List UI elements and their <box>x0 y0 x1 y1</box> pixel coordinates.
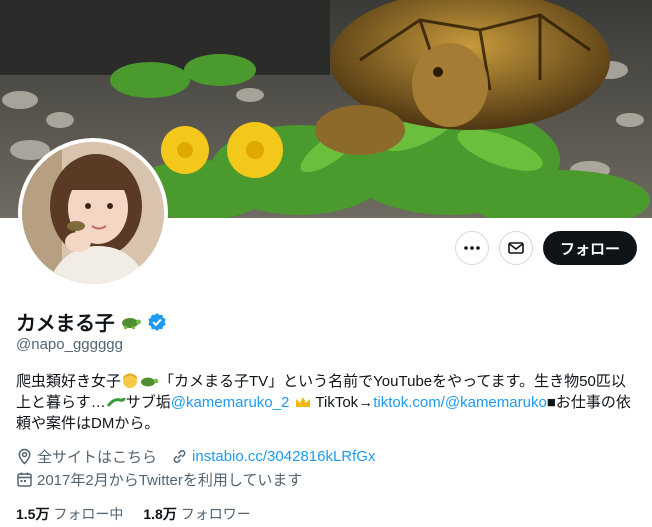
bio-text-4: TikTok→ <box>311 394 374 411</box>
followers-label: フォロワー <box>180 506 251 522</box>
followers-stat[interactable]: 1.8万 フォロワー <box>143 504 250 524</box>
meta-row-links: 全サイトはこちら instabio.cc/3042816kLRfGx <box>16 446 375 467</box>
following-label: フォロー中 <box>53 506 124 522</box>
followers-count: 1.8万 <box>143 506 177 522</box>
joined-date: 2017年2月からTwitterを利用しています <box>37 472 303 489</box>
crown-emoji <box>295 397 310 407</box>
profile-bio: 爬虫類好き女子 「カメまる子TV」という名前でYouTubeをやってます。生き物5… <box>16 371 640 434</box>
location-text: 全サイトはこちら <box>37 449 158 466</box>
calendar-icon <box>16 471 33 488</box>
bio-text-1: 爬虫類好き女子 <box>16 373 122 390</box>
profile-name-row: カメまる子 <box>16 307 167 336</box>
website-link[interactable]: instabio.cc/3042816kLRfGx <box>192 448 375 465</box>
profile-handle: @napo_gggggg <box>16 336 123 353</box>
lizard-emoji <box>106 397 126 407</box>
avatar[interactable] <box>18 138 168 288</box>
follow-stats: 1.5万 フォロー中 1.8万 フォロワー <box>16 504 251 524</box>
meta-row-joined: 2017年2月からTwitterを利用しています <box>16 469 302 490</box>
bio-text-3: サブ垢 <box>125 394 171 411</box>
woman-emoji <box>123 373 138 388</box>
tiktok-link[interactable]: tiktok.com/@kamemaruko <box>373 394 547 411</box>
sub-account-link[interactable]: @kamemaruko_2 <box>171 394 290 411</box>
profile-actions: フォロー <box>454 231 637 265</box>
message-button[interactable] <box>498 231 533 265</box>
link-icon <box>171 448 188 465</box>
tortoise-emoji <box>141 377 159 387</box>
mail-icon <box>508 242 524 254</box>
following-stat[interactable]: 1.5万 フォロー中 <box>16 504 123 524</box>
following-count: 1.5万 <box>16 506 50 522</box>
tortoise-emoji <box>121 317 141 329</box>
more-icon <box>464 246 480 250</box>
display-name: カメまる子 <box>16 313 115 335</box>
verified-badge-icon[interactable] <box>147 312 167 332</box>
avatar-image <box>22 142 164 284</box>
location-icon <box>16 448 33 465</box>
follow-button[interactable]: フォロー <box>542 231 637 265</box>
more-button[interactable] <box>454 231 489 265</box>
